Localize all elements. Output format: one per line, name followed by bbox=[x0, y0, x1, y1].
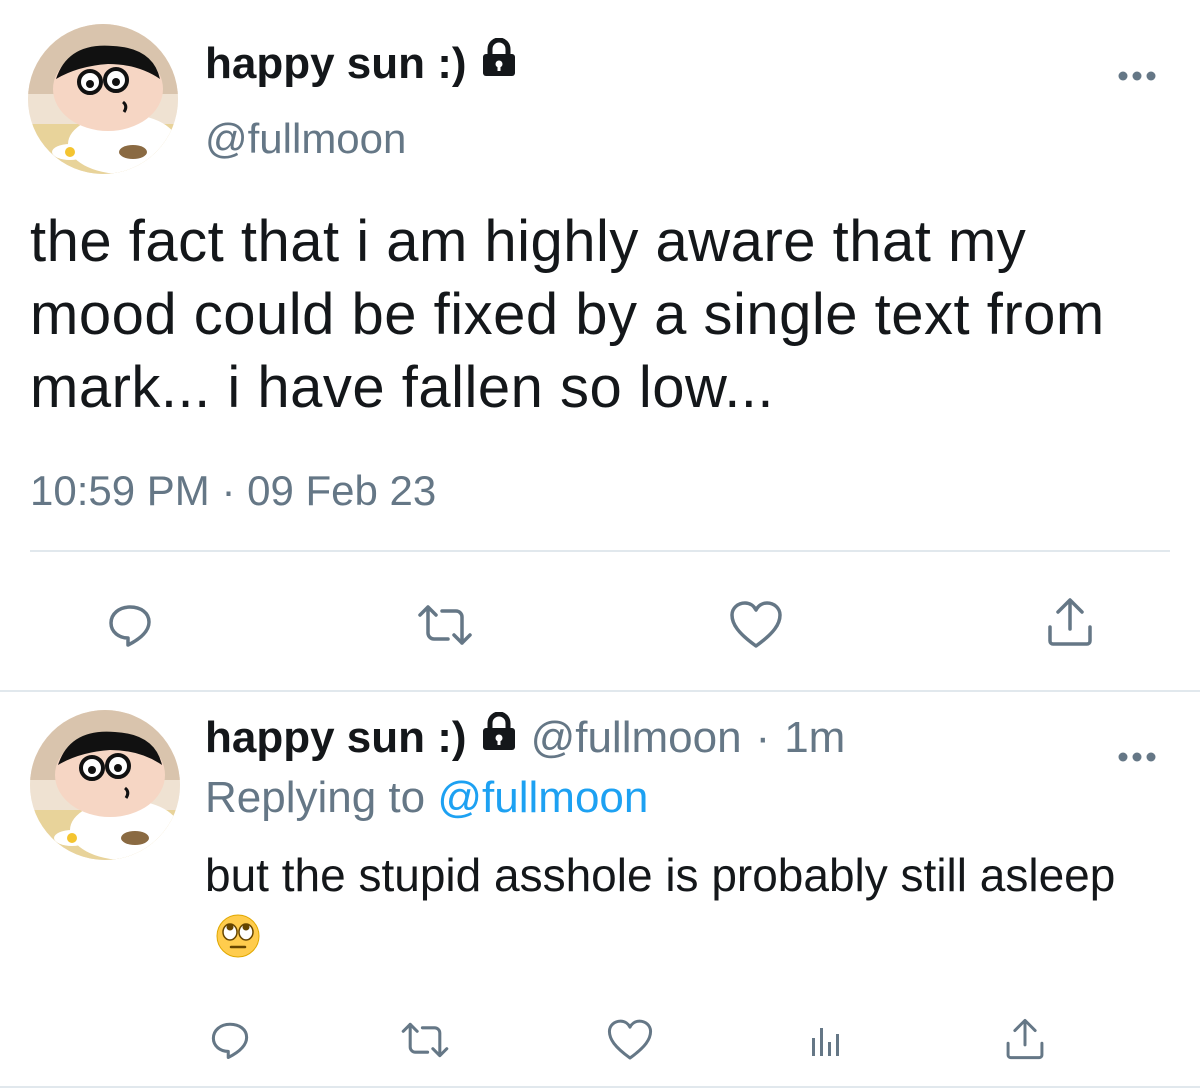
more-icon[interactable] bbox=[1118, 52, 1156, 91]
share-button[interactable] bbox=[1000, 1012, 1050, 1066]
heart-icon bbox=[607, 1019, 653, 1060]
analytics-icon bbox=[812, 1028, 839, 1056]
divider bbox=[30, 550, 1170, 552]
reply-header: happy sun :) @fullmoon · 1m bbox=[205, 711, 845, 763]
reply-handle[interactable]: @fullmoon bbox=[531, 713, 742, 763]
retweet-button[interactable] bbox=[395, 1015, 455, 1065]
reply-separator: · bbox=[755, 712, 771, 762]
lock-icon bbox=[481, 711, 517, 763]
like-button[interactable] bbox=[603, 1015, 657, 1065]
display-name-text[interactable]: happy sun :) bbox=[205, 39, 467, 89]
reply-button[interactable] bbox=[205, 1015, 255, 1065]
retweet-icon bbox=[401, 1022, 449, 1058]
share-button[interactable] bbox=[1040, 592, 1100, 652]
replying-to: Replying to @fullmoon bbox=[205, 773, 648, 823]
analytics-button[interactable] bbox=[800, 1015, 850, 1065]
share-icon bbox=[1048, 598, 1092, 646]
avatar-image bbox=[28, 24, 178, 174]
reply-icon bbox=[211, 1022, 249, 1060]
reply-text: but the stupid asshole is probably still… bbox=[205, 840, 1165, 985]
tweet-timestamp[interactable]: 10:59 PM · 09 Feb 23 bbox=[30, 467, 436, 515]
reply-icon bbox=[109, 605, 151, 647]
reply-display-name[interactable]: happy sun :) bbox=[205, 713, 467, 763]
tweet-text: the fact that i am highly aware that my … bbox=[30, 209, 1105, 420]
lock-icon bbox=[481, 37, 517, 89]
display-name[interactable]: happy sun :) bbox=[205, 37, 517, 89]
user-handle[interactable]: @fullmoon bbox=[205, 115, 406, 163]
more-icon[interactable] bbox=[1118, 733, 1156, 772]
tweet-date: 09 Feb 23 bbox=[247, 467, 437, 514]
reply-text-content: but the stupid asshole is probably still… bbox=[205, 849, 1116, 901]
rolling-eyes-emoji-icon bbox=[215, 908, 261, 979]
avatar[interactable] bbox=[28, 24, 178, 174]
timestamp-separator: · bbox=[221, 467, 236, 514]
replying-to-mention[interactable]: @fullmoon bbox=[437, 773, 648, 822]
avatar-image bbox=[30, 710, 180, 860]
reply-age[interactable]: 1m bbox=[784, 713, 845, 763]
replying-to-label: Replying to bbox=[205, 773, 426, 822]
like-button[interactable] bbox=[724, 595, 788, 655]
share-icon bbox=[1006, 1018, 1044, 1060]
retweet-icon bbox=[418, 605, 472, 645]
tweet-time: 10:59 PM bbox=[30, 467, 210, 514]
divider bbox=[0, 690, 1200, 692]
retweet-button[interactable] bbox=[410, 595, 480, 655]
reply-avatar[interactable] bbox=[30, 710, 180, 860]
reply-button[interactable] bbox=[100, 595, 160, 655]
heart-icon bbox=[730, 601, 782, 648]
divider bbox=[0, 1086, 1200, 1088]
